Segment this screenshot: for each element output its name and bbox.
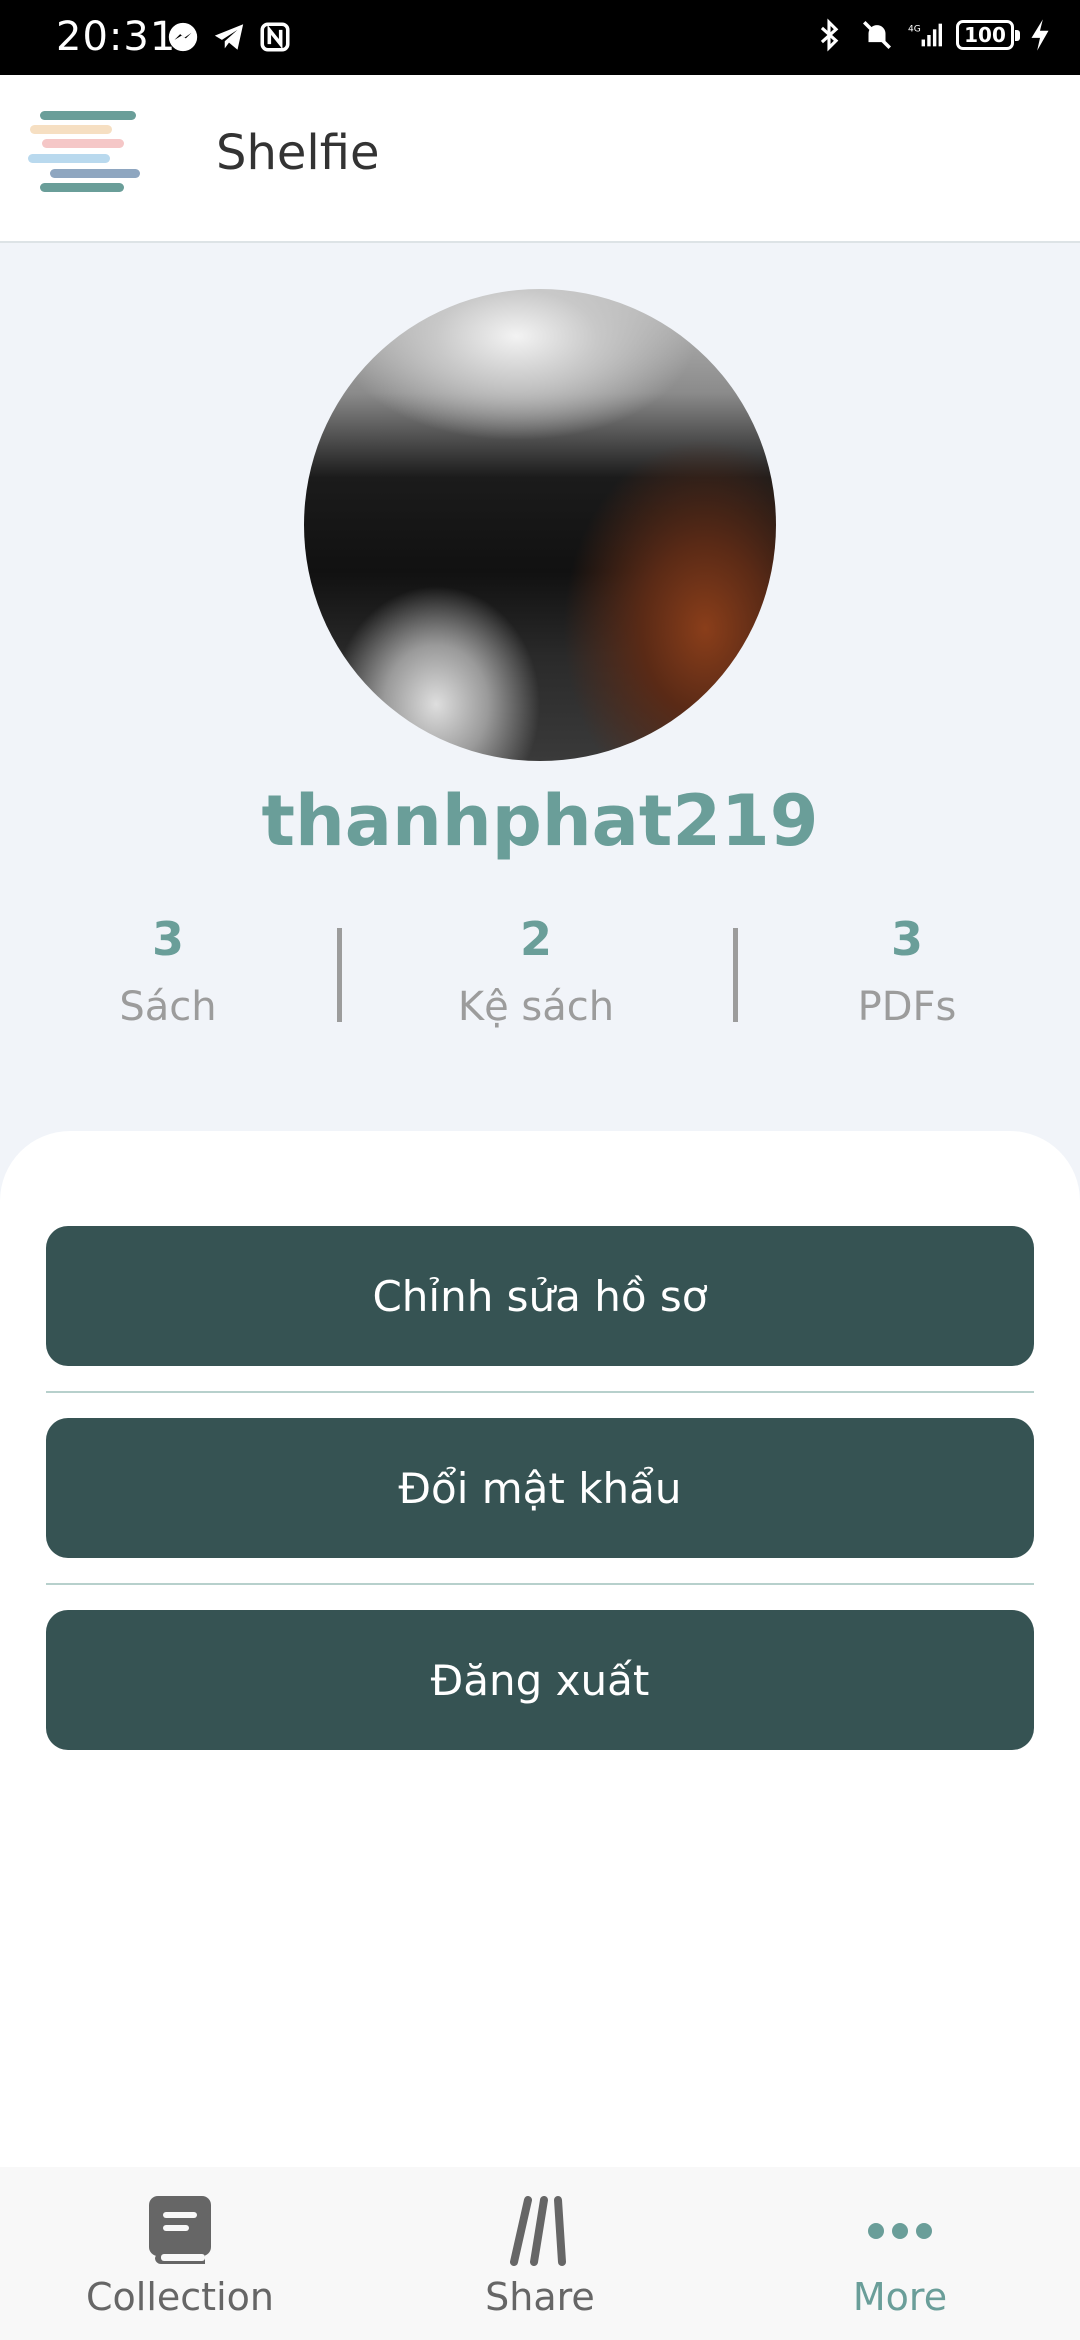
stat-divider bbox=[733, 928, 738, 1022]
stat-books-value: 3 bbox=[151, 912, 184, 966]
avatar[interactable] bbox=[304, 289, 776, 761]
nfc-icon bbox=[260, 22, 290, 52]
stat-books: 3 Sách bbox=[48, 912, 288, 1030]
telegram-icon bbox=[214, 24, 244, 50]
status-time: 20:31 bbox=[56, 14, 177, 60]
username: thanhphat219 bbox=[261, 780, 819, 862]
stat-divider bbox=[337, 928, 342, 1022]
bottom-nav: Collection Share More bbox=[0, 2167, 1080, 2340]
divider bbox=[46, 1391, 1034, 1393]
mute-bell-icon bbox=[862, 20, 892, 50]
battery-indicator: 100 bbox=[956, 20, 1020, 50]
stat-pdfs-value: 3 bbox=[890, 912, 923, 966]
nav-more[interactable]: More bbox=[780, 2193, 1020, 2319]
signal-4g-icon: 4G bbox=[908, 23, 942, 47]
app-title: Shelfie bbox=[216, 125, 380, 181]
divider bbox=[46, 1583, 1034, 1585]
stat-pdfs: 3 PDFs bbox=[787, 912, 1027, 1030]
nav-collection-label: Collection bbox=[86, 2275, 274, 2319]
edit-profile-button[interactable]: Chỉnh sửa hồ sơ bbox=[46, 1226, 1034, 1366]
nav-collection[interactable]: Collection bbox=[60, 2193, 300, 2319]
nav-share-label: Share bbox=[485, 2275, 595, 2319]
charging-icon bbox=[1031, 19, 1049, 51]
actions-card: Chỉnh sửa hồ sơ Đổi mật khẩu Đăng xuất bbox=[0, 1131, 1080, 2167]
menu-icon[interactable] bbox=[28, 111, 140, 211]
book-icon bbox=[149, 2196, 211, 2264]
logout-button[interactable]: Đăng xuất bbox=[46, 1610, 1034, 1750]
messenger-icon bbox=[168, 22, 198, 52]
svg-text:4G: 4G bbox=[908, 25, 921, 35]
more-dots-icon bbox=[868, 2223, 932, 2239]
status-bar: 20:31 4G 100 bbox=[0, 0, 1080, 75]
stat-shelves: 2 Kệ sách bbox=[416, 912, 656, 1030]
stat-shelves-value: 2 bbox=[519, 912, 552, 966]
nav-share[interactable]: Share bbox=[420, 2193, 660, 2319]
stat-shelves-label: Kệ sách bbox=[457, 984, 615, 1030]
app-header: Shelfie bbox=[0, 75, 1080, 243]
nav-more-label: More bbox=[852, 2275, 948, 2319]
bookshelf-icon bbox=[510, 2196, 566, 2266]
bluetooth-icon bbox=[820, 18, 839, 52]
stat-books-label: Sách bbox=[119, 984, 217, 1030]
change-password-button[interactable]: Đổi mật khẩu bbox=[46, 1418, 1034, 1558]
stat-pdfs-label: PDFs bbox=[857, 984, 957, 1030]
